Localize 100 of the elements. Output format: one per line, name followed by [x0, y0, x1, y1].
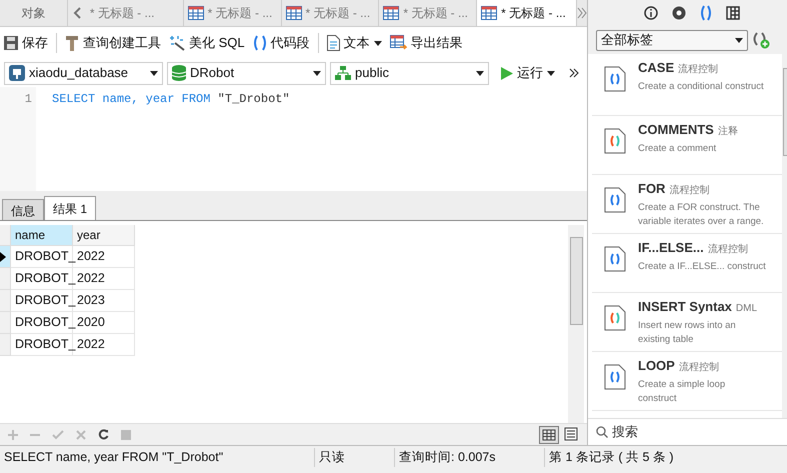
snippet-description: Create a simple loop construct — [638, 378, 726, 406]
caret-icon — [374, 40, 382, 46]
toolbar-button[interactable]: 代码段 — [252, 33, 310, 53]
double-chevron-right-icon — [576, 7, 587, 19]
snippet-description: Create a IF...ELSE... construct — [638, 260, 766, 274]
document-icon — [326, 35, 340, 51]
status-record-count: 第 1 条记录 ( 共 5 条 ) — [544, 448, 787, 467]
grid-icon — [188, 6, 204, 20]
caret-icon — [547, 70, 555, 76]
selector-dropdown[interactable]: xiaodu_database — [4, 62, 163, 84]
current-row-icon — [0, 252, 6, 262]
snippet-description: Create a comment — [638, 142, 718, 156]
document-tab[interactable]: * 无标题 - ... — [86, 0, 184, 26]
document-tab[interactable]: * 无标题 - ... — [379, 0, 478, 26]
snippet-file-icon — [604, 187, 626, 213]
add-snippet-icon[interactable] — [752, 31, 770, 49]
toolbar-button[interactable]: 保存 — [4, 33, 48, 53]
column-header[interactable]: name — [11, 225, 73, 246]
caret-icon — [150, 70, 158, 76]
check-icon[interactable] — [52, 430, 64, 440]
table-export-icon — [390, 35, 407, 51]
column-header[interactable]: year — [73, 225, 135, 246]
scrollbar[interactable] — [568, 225, 584, 423]
document-tab[interactable]: * 无标题 - ... — [282, 0, 380, 26]
snippet-tag: 流程控制 — [708, 242, 748, 257]
plus-icon[interactable] — [8, 430, 18, 440]
magic-wand-icon — [169, 35, 185, 51]
chevron-left-icon — [72, 7, 81, 19]
tab-label: * 无标题 - ... — [90, 5, 155, 22]
refresh-icon[interactable] — [98, 429, 109, 440]
layout-icon[interactable] — [726, 6, 740, 20]
toolbar-button[interactable]: 导出结果 — [390, 33, 463, 53]
table-cell: 2020 — [73, 312, 135, 334]
row-header[interactable] — [0, 246, 11, 268]
caret-icon — [735, 38, 743, 42]
result-tab[interactable]: 信息 — [2, 199, 44, 220]
braces-icon — [252, 35, 267, 51]
caret-icon — [313, 70, 321, 76]
snippet-file-icon — [604, 305, 626, 331]
sql-code-line: SELECT name, year FROM "T_Drobot" — [52, 91, 290, 108]
run-button[interactable]: 运行 — [497, 63, 559, 83]
save-icon — [4, 36, 18, 50]
toolbar-button[interactable]: 查询创建工具 — [65, 33, 161, 53]
hammer-icon — [65, 35, 79, 51]
line-number: 1 — [24, 91, 33, 108]
status-mode: 只读 — [314, 448, 394, 467]
table-cell: 2022 — [73, 334, 135, 356]
table-cell: 2022 — [73, 268, 135, 290]
result-tab[interactable]: 结果 1 — [44, 196, 96, 220]
selector-dropdown[interactable]: public — [330, 62, 489, 84]
snippet-item[interactable]: FOR 流程控制 Create a FOR construct. The variable iterates over a range. — [592, 175, 782, 234]
stop-icon[interactable] — [121, 430, 131, 440]
snippet-description: Create a FOR construct. The variable iterates over a range. — [638, 201, 765, 229]
grid-icon — [481, 6, 498, 20]
snippet-item[interactable]: COMMENTS 注释 Create a comment — [592, 116, 782, 175]
status-query: SELECT name, year FROM "T_Drobot" — [3, 449, 224, 466]
close-icon[interactable] — [76, 430, 86, 440]
snippet-title: FOR — [638, 181, 666, 196]
snippet-title: COMMENTS — [638, 122, 714, 137]
minus-icon[interactable] — [30, 434, 40, 436]
snippet-item[interactable]: IF...ELSE... 流程控制 Create a IF...ELSE... construct — [592, 234, 782, 293]
document-tab[interactable]: * 无标题 - ... — [184, 0, 282, 26]
snippet-item[interactable]: LOOP 流程控制 Create a simple loop construct — [592, 352, 782, 411]
snippet-tag: 流程控制 — [678, 360, 719, 375]
hierarchy-icon — [335, 66, 351, 80]
grid-view-icon[interactable] — [539, 426, 559, 444]
status-query-time: 查询时间: 0.007s — [394, 448, 544, 467]
snippet-title: CASE — [638, 60, 674, 75]
caret-icon — [476, 70, 484, 76]
selector-dropdown[interactable]: DRobot — [167, 62, 326, 84]
tab-label: * 无标题 - ... — [501, 5, 566, 22]
corner-header — [0, 225, 11, 246]
grid-icon — [286, 6, 302, 20]
form-view-icon[interactable] — [563, 426, 579, 442]
objects-tab[interactable]: 对象 — [0, 0, 68, 26]
snippet-item[interactable]: INSERT Syntax DML Insert new rows into an existing table — [592, 293, 782, 352]
grid-icon — [383, 6, 400, 20]
snippet-file-icon — [604, 66, 626, 92]
search-icon — [596, 426, 608, 438]
snippet-tag: 注释 — [718, 124, 738, 139]
info-icon[interactable] — [644, 6, 658, 20]
tag-filter-dropdown[interactable]: 全部标签 — [596, 30, 748, 50]
double-chevron-right-icon[interactable] — [569, 68, 579, 78]
braces-icon[interactable] — [700, 5, 712, 21]
snippet-item[interactable]: CASE 流程控制 Create a conditional construct — [592, 54, 782, 116]
table-cell: 2022 — [73, 246, 135, 268]
snippet-title: INSERT Syntax — [638, 299, 732, 314]
toolbar-button[interactable]: 文本 — [326, 33, 382, 53]
snippet-description: Insert new rows into an existing table — [638, 319, 737, 347]
database-icon — [172, 65, 186, 81]
tab-label: * 无标题 - ... — [208, 5, 272, 22]
tab-label: * 无标题 - ... — [403, 5, 468, 22]
tab-label: * 无标题 - ... — [306, 5, 370, 22]
search-field[interactable]: 搜索 — [612, 422, 787, 442]
toolbar-button[interactable]: 美化 SQL — [169, 33, 245, 53]
snippet-description: Create a conditional construct — [638, 80, 765, 94]
snippet-file-icon — [604, 364, 626, 390]
table-cell: 2023 — [73, 290, 135, 312]
play-icon — [501, 66, 513, 80]
document-tab[interactable]: * 无标题 - ... — [477, 0, 577, 26]
